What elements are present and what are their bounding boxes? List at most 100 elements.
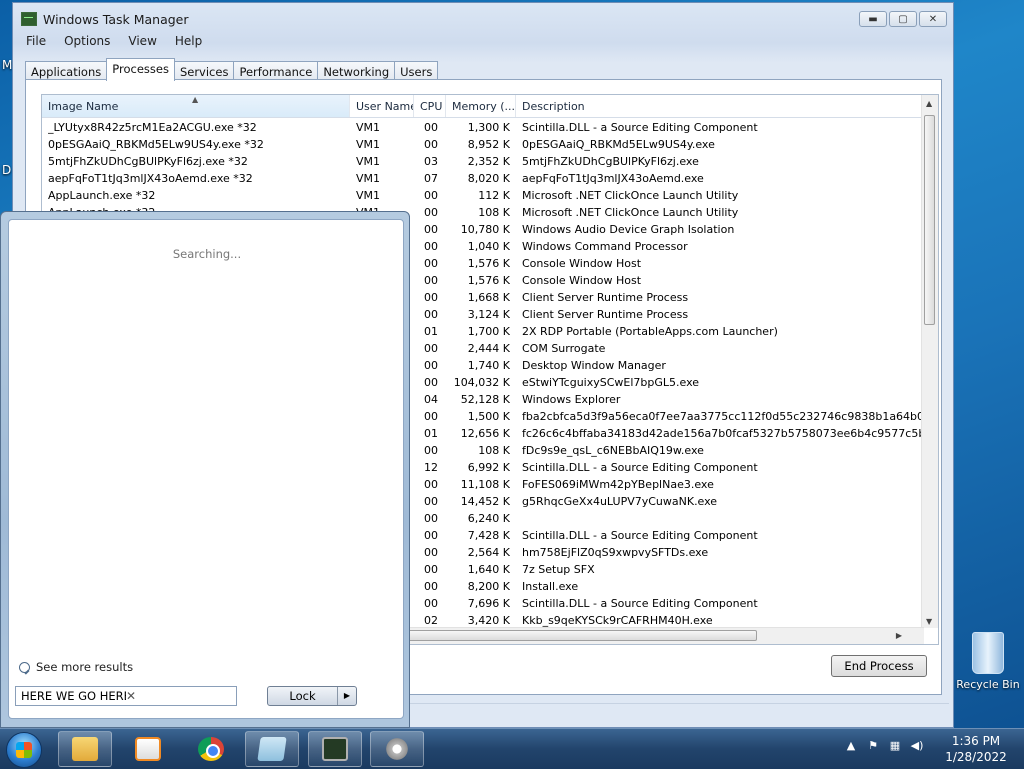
cell-user-name: VM1 — [356, 155, 381, 168]
cell-description: Scintilla.DLL - a Source Editing Compone… — [522, 529, 758, 542]
cell-cpu: 00 — [424, 546, 438, 559]
lock-button[interactable]: Lock ▶ — [267, 686, 357, 706]
cell-memory: 1,040 K — [467, 240, 510, 253]
cell-description: COM Surrogate — [522, 342, 606, 355]
taskbar-settings[interactable] — [370, 731, 424, 767]
tab-users[interactable]: Users — [394, 61, 439, 81]
start-search-input[interactable]: HERE WE GO HERE WE G ✕ — [15, 686, 237, 706]
cell-description: aepFqFoT1tJq3mlJX43oAemd.exe — [522, 172, 704, 185]
tab-networking[interactable]: Networking — [317, 61, 396, 81]
cell-cpu: 04 — [424, 393, 438, 406]
start-menu: Searching... See more results HERE WE GO… — [0, 211, 410, 728]
cell-memory: 1,700 K — [467, 325, 510, 338]
taskbar-chrome[interactable] — [184, 731, 238, 767]
cell-cpu: 00 — [424, 410, 438, 423]
action-center-flag-icon[interactable]: ⚑ — [866, 739, 880, 755]
cell-cpu: 00 — [424, 580, 438, 593]
table-row[interactable]: aepFqFoT1tJq3mlJX43oAemd.exe *32 VM1 07 8,0… — [42, 170, 924, 187]
cell-cpu: 00 — [424, 138, 438, 151]
shutdown-options-arrow-icon[interactable]: ▶ — [338, 687, 356, 705]
tab-services[interactable]: Services — [173, 61, 235, 81]
close-button[interactable]: ✕ — [919, 11, 947, 27]
cell-user-name: VM1 — [356, 172, 381, 185]
menu-view[interactable]: View — [119, 32, 165, 50]
tab-performance[interactable]: Performance — [233, 61, 319, 81]
cell-description: g5RhqcGeXx4uLUPV7yCuwaNK.exe — [522, 495, 718, 508]
end-process-button[interactable]: End Process — [831, 655, 927, 677]
cell-description: 5mtjFhZkUDhCgBUlPKyFl6zj.exe — [522, 155, 699, 168]
table-row[interactable]: 5mtjFhZkUDhCgBUlPKyFl6zj.exe *32 VM1 03 2,3… — [42, 153, 924, 170]
cell-cpu: 00 — [424, 121, 438, 134]
column-label: Image Name — [48, 100, 119, 113]
desktop-icon-label-partial: D — [2, 163, 12, 177]
scroll-right-icon[interactable]: ▶ — [896, 631, 902, 640]
cell-description: Windows Audio Device Graph Isolation — [522, 223, 735, 236]
cell-memory: 1,500 K — [467, 410, 510, 423]
taskbar-notepad[interactable] — [245, 731, 299, 767]
cell-description: fba2cbfca5d3f9a56eca0f7ee7aa3775cc112f0d… — [522, 410, 922, 423]
cell-description: Client Server Runtime Process — [522, 308, 689, 321]
column-description[interactable]: Description — [516, 95, 924, 117]
cell-memory: 7,428 K — [467, 529, 510, 542]
tab-applications[interactable]: Applications — [25, 61, 108, 81]
cell-description: Microsoft .NET ClickOnce Launch Utility — [522, 189, 739, 202]
maximize-button[interactable]: ▢ — [889, 11, 917, 27]
scroll-down-icon[interactable]: ▼ — [926, 617, 932, 626]
cell-memory: 1,640 K — [467, 563, 510, 576]
taskbar-media-player[interactable] — [121, 731, 175, 767]
cell-memory: 104,032 K — [453, 376, 510, 389]
cell-user-name: VM1 — [356, 121, 381, 134]
column-memory[interactable]: Memory (... — [446, 95, 516, 117]
cell-description: Windows Explorer — [522, 393, 621, 406]
tab-processes[interactable]: Processes — [106, 58, 175, 81]
scroll-up-icon[interactable]: ▲ — [926, 99, 932, 108]
chrome-icon — [198, 737, 224, 761]
cell-memory: 1,668 K — [467, 291, 510, 304]
cell-description: 7z Setup SFX — [522, 563, 595, 576]
volume-icon[interactable]: ◀) — [910, 739, 924, 755]
cell-description: 2X RDP Portable (PortableApps.com Launch… — [522, 325, 778, 338]
menu-options[interactable]: Options — [55, 32, 119, 50]
table-row[interactable]: 0pESGAaiQ_RBKMd5ELw9US4y.exe *32 VM1 00 8,9… — [42, 136, 924, 153]
system-clock[interactable]: 1:36 PM 1/28/2022 — [938, 733, 1014, 765]
search-status: Searching... — [172, 247, 242, 261]
cell-cpu: 00 — [424, 342, 438, 355]
see-more-results-link[interactable]: See more results — [19, 660, 133, 674]
column-image-name[interactable]: ▲ Image Name — [42, 95, 350, 117]
taskbar-explorer[interactable] — [58, 731, 112, 767]
lock-label[interactable]: Lock — [268, 687, 338, 705]
network-icon[interactable]: ▦ — [888, 739, 902, 755]
cell-memory: 10,780 K — [460, 223, 510, 236]
menu-file[interactable]: File — [17, 32, 55, 50]
title-bar[interactable]: Windows Task Manager — [21, 9, 189, 29]
cell-memory: 3,124 K — [467, 308, 510, 321]
cell-cpu: 00 — [424, 223, 438, 236]
task-manager-app-icon — [21, 12, 37, 26]
start-button[interactable] — [6, 732, 42, 768]
column-user-name[interactable]: User Name — [350, 95, 414, 117]
show-hidden-icons-icon[interactable]: ▲ — [844, 739, 858, 755]
recycle-bin-desktop-icon[interactable]: Recycle Bin — [952, 632, 1024, 691]
minimize-button[interactable]: ▬ — [859, 11, 887, 27]
window-controls: ▬ ▢ ✕ — [859, 11, 947, 27]
column-cpu[interactable]: CPU — [414, 95, 446, 117]
cell-cpu: 00 — [424, 206, 438, 219]
menu-help[interactable]: Help — [166, 32, 211, 50]
horizontal-scroll-thumb[interactable] — [402, 630, 757, 641]
table-row[interactable]: AppLaunch.exe *32 VM1 00 112 K Microsoft .NE… — [42, 187, 924, 204]
table-row[interactable]: _LYUtyx8R42z5rcM1Ea2ACGU.exe *32 VM1 00 1,3… — [42, 119, 924, 136]
vertical-scroll-thumb[interactable] — [924, 115, 935, 325]
cell-image-name: _LYUtyx8R42z5rcM1Ea2ACGU.exe *32 — [48, 121, 257, 134]
cell-memory: 6,240 K — [467, 512, 510, 525]
cell-cpu: 00 — [424, 444, 438, 457]
cell-cpu: 07 — [424, 172, 438, 185]
cell-description: hm758EjFlZ0qS9xwpvySFTDs.exe — [522, 546, 709, 559]
clear-search-icon[interactable]: ✕ — [126, 689, 231, 703]
cell-memory: 2,564 K — [467, 546, 510, 559]
vertical-scrollbar[interactable]: ▲ ▼ — [921, 95, 938, 628]
taskbar-task-manager[interactable] — [308, 731, 362, 767]
taskbar: ▲ ⚑ ▦ ◀) 1:36 PM 1/28/2022 — [0, 728, 1024, 769]
cell-cpu: 00 — [424, 189, 438, 202]
cell-memory: 112 K — [478, 189, 510, 202]
cell-cpu: 00 — [424, 529, 438, 542]
